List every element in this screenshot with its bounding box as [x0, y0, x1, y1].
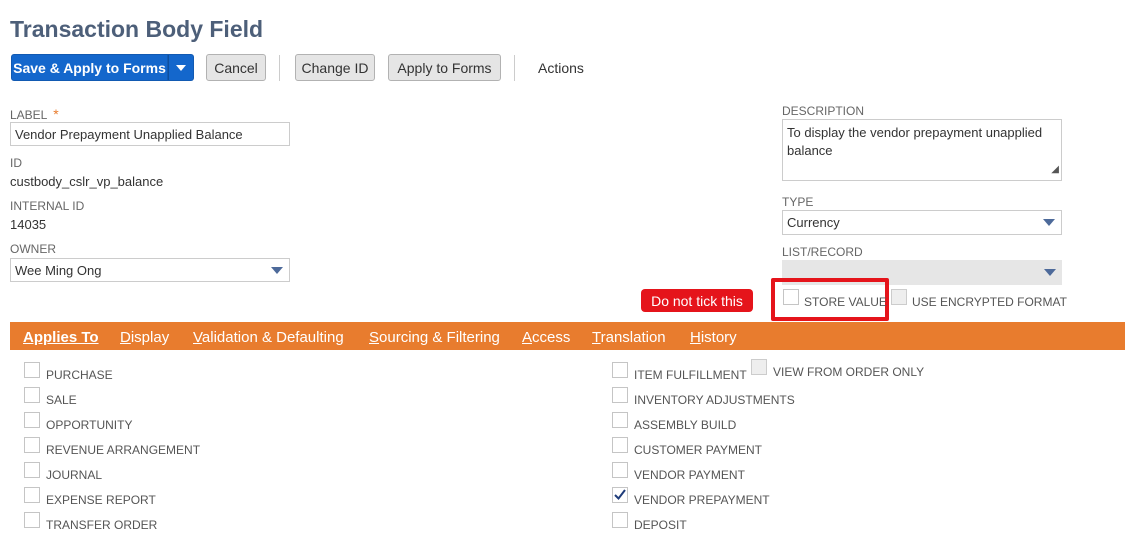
checkbox-label: EXPENSE REPORT [46, 493, 156, 507]
label-input[interactable]: Vendor Prepayment Unapplied Balance [10, 122, 290, 146]
id-value: custbody_cslr_vp_balance [10, 174, 164, 189]
view-from-order-only-checkbox [751, 359, 767, 375]
journal-checkbox[interactable] [24, 462, 40, 478]
description-value: To display the vendor prepayment unappli… [787, 125, 1043, 158]
checkbox-label: VENDOR PREPAYMENT [634, 493, 770, 507]
checkbox-label: INVENTORY ADJUSTMENTS [634, 393, 795, 407]
tab-access[interactable]: Access [522, 329, 570, 346]
chevron-down-icon [176, 64, 186, 71]
encrypted-format-label: USE ENCRYPTED FORMAT [912, 295, 1067, 309]
tab-access-accel: A [522, 329, 533, 346]
sale-checkbox[interactable] [24, 387, 40, 403]
tab-display[interactable]: Display [120, 329, 169, 346]
chevron-down-icon [271, 267, 283, 274]
store-value-label: STORE VALUE [804, 295, 887, 309]
checkbox-label: JOURNAL [46, 468, 103, 482]
change-id-button[interactable]: Change ID [295, 54, 375, 81]
tab-translation[interactable]: Translation [592, 329, 666, 346]
tab-history-accel: H [690, 329, 701, 346]
tab-translation-accel: T [592, 329, 601, 346]
description-textarea[interactable]: To display the vendor prepayment unappli… [782, 119, 1062, 181]
chevron-down-icon [1044, 269, 1056, 276]
checkbox-label: VENDOR PAYMENT [634, 468, 745, 482]
expense-report-checkbox[interactable] [24, 487, 40, 503]
checkbox-label: SALE [46, 393, 77, 407]
tab-access-text: ccess [532, 329, 571, 346]
actions-menu[interactable]: Actions [538, 60, 584, 76]
tab-translation-text: ranslation [600, 329, 666, 346]
checkbox-label: ITEM FULFILLMENT [634, 368, 747, 382]
opportunity-checkbox[interactable] [24, 412, 40, 428]
cancel-button[interactable]: Cancel [206, 54, 266, 81]
checkbox-label: ASSEMBLY BUILD [634, 418, 737, 432]
listrecord-field-title: LIST/RECORD [782, 245, 863, 259]
tab-history[interactable]: History [690, 329, 737, 346]
toolbar-divider [279, 55, 280, 81]
checkbox-label: PURCHASE [46, 368, 113, 382]
tab-display-text: isplay [130, 329, 170, 346]
tab-sourcing-text: ourcing & Filtering [379, 329, 500, 346]
assembly-build-checkbox[interactable] [612, 412, 628, 428]
internal-id-title: INTERNAL ID [10, 199, 85, 213]
vendor-payment-checkbox[interactable] [612, 462, 628, 478]
tab-validation[interactable]: Validation & Defaulting [193, 329, 344, 346]
tab-sourcing[interactable]: Sourcing & Filtering [369, 329, 500, 346]
tab-validation-text: alidation & Defaulting [201, 329, 344, 346]
checkbox-label: DEPOSIT [634, 518, 687, 532]
revenue-arrangement-checkbox[interactable] [24, 437, 40, 453]
vendor-prepayment-checkbox[interactable] [612, 487, 628, 503]
transfer-order-checkbox[interactable] [24, 512, 40, 528]
tab-display-accel: D [120, 329, 131, 346]
checkbox-label: OPPORTUNITY [46, 418, 133, 432]
inventory-adjustments-checkbox[interactable] [612, 387, 628, 403]
toolbar-divider [514, 55, 515, 81]
encrypted-format-checkbox [891, 289, 907, 305]
checkbox-label: REVENUE ARRANGEMENT [46, 443, 201, 457]
save-options-dropdown[interactable] [168, 54, 194, 81]
resize-handle-icon[interactable]: ◢ [1051, 161, 1059, 179]
type-field-title: TYPE [782, 195, 814, 209]
purchase-checkbox[interactable] [24, 362, 40, 378]
label-field-text: LABEL [10, 108, 47, 122]
type-value: Currency [787, 215, 840, 230]
tab-applies-to[interactable]: Applies To [23, 329, 99, 346]
label-field-title: LABEL * [10, 106, 59, 122]
owner-select[interactable]: Wee Ming Ong [10, 258, 290, 282]
type-select[interactable]: Currency [782, 210, 1062, 235]
checkmark-icon [614, 489, 626, 501]
chevron-down-icon [1043, 219, 1055, 226]
tab-validation-accel: V [193, 329, 202, 346]
apply-to-forms-button[interactable]: Apply to Forms [388, 54, 501, 81]
tab-history-text: istory [700, 329, 737, 346]
tab-sourcing-accel: S [369, 329, 380, 346]
required-indicator: * [53, 106, 59, 122]
owner-field-title: OWNER [10, 242, 56, 256]
store-value-checkbox[interactable] [783, 289, 799, 305]
save-apply-button[interactable]: Save & Apply to Forms [11, 54, 168, 81]
customer-payment-checkbox[interactable] [612, 437, 628, 453]
view-from-order-only-label: VIEW FROM ORDER ONLY [773, 365, 925, 379]
annotation-callout: Do not tick this [641, 289, 753, 312]
deposit-checkbox[interactable] [612, 512, 628, 528]
checkbox-label: CUSTOMER PAYMENT [634, 443, 763, 457]
checkbox-label: TRANSFER ORDER [46, 518, 158, 532]
id-field-title: ID [10, 156, 22, 170]
item-fulfillment-checkbox[interactable] [612, 362, 628, 378]
description-field-title: DESCRIPTION [782, 104, 865, 118]
page-title: Transaction Body Field [10, 16, 264, 42]
internal-id-value: 14035 [10, 217, 47, 232]
owner-value: Wee Ming Ong [15, 263, 102, 278]
